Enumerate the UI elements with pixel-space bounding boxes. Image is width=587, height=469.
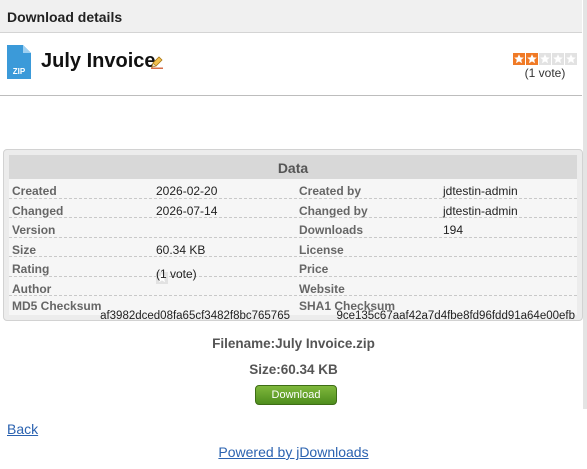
data-row: Created 2026-02-20 Created by jdtestin-a… [9, 179, 577, 199]
star-rating[interactable] [513, 52, 577, 65]
sha1-value: 9ce135c67aaf42a7d4fbe8fd96fdd91a64e00efb [336, 310, 575, 322]
back-link[interactable]: Back [7, 421, 38, 437]
size-line: Size:60.34 KB [249, 362, 338, 377]
star-icon[interactable] [565, 52, 577, 65]
zip-icon-label: ZIP [13, 67, 26, 76]
data-value: 194 [443, 223, 464, 237]
md5-value: af3982dced08fa65cf3482f8bc765765 [100, 310, 290, 322]
data-panel-title: Data [9, 155, 577, 179]
data-row: Changed 2026-07-14 Changed by jdtestin-a… [9, 199, 577, 218]
data-label: Changed by [299, 203, 368, 218]
edit-pencil-icon[interactable] [150, 55, 164, 69]
data-value: 2026-07-14 [156, 203, 218, 218]
download-title: July Invoice [41, 50, 156, 72]
data-label: Price [299, 262, 329, 276]
data-label: Version [12, 223, 56, 237]
rating-summary: (1 vote) [513, 51, 577, 80]
star-icon[interactable] [539, 52, 551, 65]
data-value: jdtestin-admin [443, 184, 518, 198]
data-row: Version Downloads 194 [9, 218, 577, 238]
data-label: Author [12, 281, 52, 296]
data-label: Size [12, 242, 37, 257]
page-heading: Download details [0, 0, 582, 33]
data-label: Website [299, 281, 345, 296]
data-label: Created by [299, 184, 362, 198]
md5-label: MD5 Checksum [12, 299, 102, 313]
data-value: 2026-02-20 [156, 184, 218, 198]
data-label: Changed [12, 203, 64, 218]
star-icon[interactable] [526, 52, 538, 65]
data-value: 60.34 KB [156, 242, 206, 257]
data-label: License [299, 242, 344, 257]
star-icon[interactable] [552, 52, 564, 65]
download-button[interactable]: Download [255, 385, 337, 405]
powered-by-footer: Powered by jDownloads [0, 444, 587, 460]
data-label: Rating [12, 262, 50, 276]
zip-file-icon: ZIP [7, 45, 31, 79]
data-row: Author Website [9, 277, 577, 296]
data-value: jdtestin-admin [443, 203, 518, 218]
data-row: Size 60.34 KB License [9, 238, 577, 257]
data-table: Created 2026-02-20 Created by jdtestin-a… [9, 179, 577, 323]
vote-count: (1 vote) [524, 66, 566, 80]
checksum-row: MD5 Checksum af3982dced08fa65cf3482f8bc7… [9, 296, 577, 323]
data-panel: Data Created 2026-02-20 Created by jdtes… [3, 149, 583, 322]
data-row: Rating (1 vote) Price [9, 257, 577, 284]
download-title-row: ZIP July Invoice (1 vote) [0, 33, 582, 96]
data-label: Created [12, 184, 57, 198]
filename-line: Filename:July Invoice.zip [212, 336, 375, 351]
star-icon[interactable] [513, 52, 525, 65]
data-label: Downloads [299, 223, 364, 237]
powered-by-link[interactable]: Powered by jDownloads [218, 444, 368, 460]
data-panel-inner: Data Created 2026-02-20 Created by jdtes… [9, 155, 577, 322]
